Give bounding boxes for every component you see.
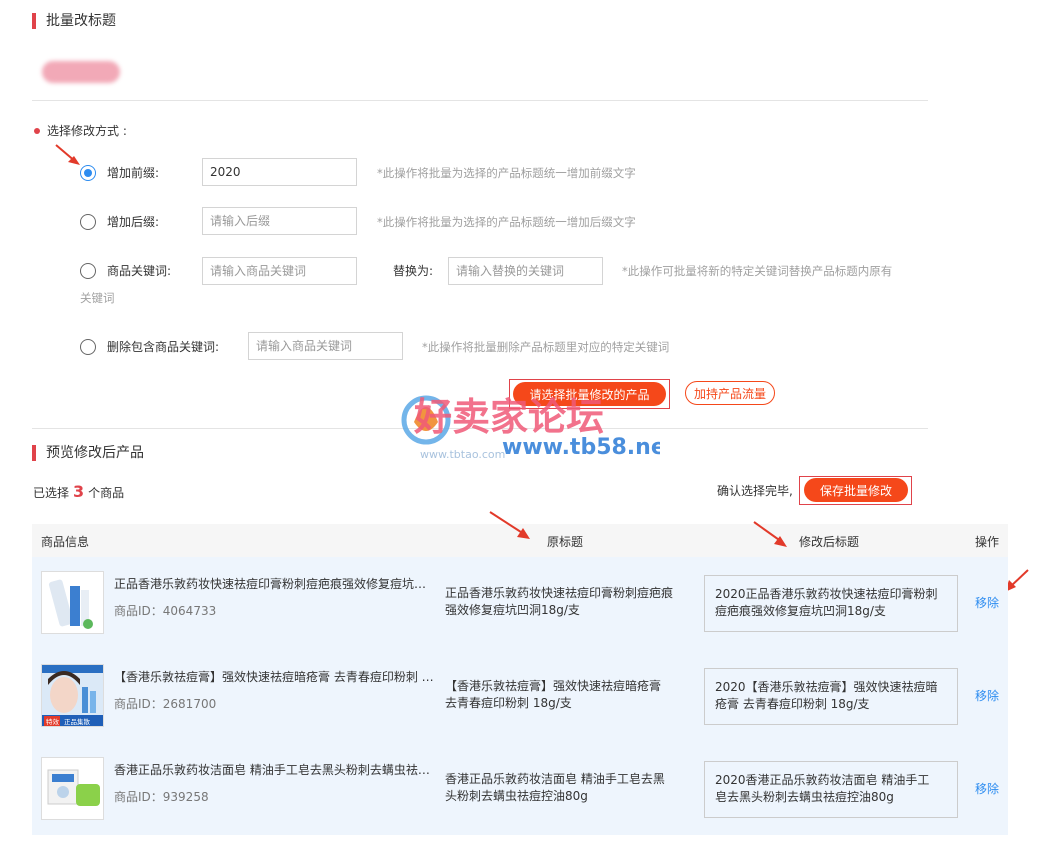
selected-number: 3 <box>73 482 85 501</box>
annotation-arrow-icon <box>489 511 530 539</box>
annotation-arrow-icon <box>55 144 80 165</box>
product-id: 商品ID：2681700 <box>114 697 217 711</box>
remove-link[interactable]: 移除 <box>975 780 999 797</box>
product-title: 香港正品乐敦药妆洁面皂 精油手工皂去黑头粉刺去螨虫祛痘控油80g <box>114 763 434 777</box>
original-title: 香港正品乐敦药妆洁面皂 精油手工皂去黑 头粉刺去螨虫祛痘控油80g <box>445 771 693 805</box>
new-title-line: 2020香港正品乐敦药妆洁面皂 精油手工 <box>715 773 930 787</box>
table-row: 香港正品乐敦药妆洁面皂 精油手工皂去黑头粉刺去螨虫祛痘控油80g 商品ID：93… <box>32 743 1008 836</box>
annotation-arrow-icon <box>753 521 787 547</box>
new-title-line: 疮膏 去青春痘印粉刺 18g/支 <box>715 697 870 711</box>
original-title: 【香港乐敦祛痘膏】强效快速祛痘暗疮膏 去青春痘印粉刺 18g/支 <box>445 678 693 712</box>
keyword-hint: *此操作可批量将新的特定关键词替换产品标题内原有 <box>622 264 893 278</box>
blurred-tag <box>42 61 120 83</box>
suffix-label: 增加后缀: <box>107 215 160 229</box>
table-body: 正品香港乐敦药妆快速祛痘印膏粉刺痘疤痕强效修复痘坑凹洞18g/支 商品ID：40… <box>32 557 1008 835</box>
original-title: 正品香港乐敦药妆快速祛痘印膏粉刺痘疤痕 强效修复痘坑凹洞18g/支 <box>445 585 693 619</box>
new-title-line: 2020【香港乐敦祛痘膏】强效快速祛痘暗 <box>715 680 938 694</box>
product-image-icon: 特效 正品集散 <box>42 665 103 726</box>
divider-top <box>32 100 928 101</box>
remove-link[interactable]: 移除 <box>975 594 999 611</box>
radio-delete[interactable] <box>80 339 96 355</box>
thumb-badge-text: 特效 <box>46 717 60 726</box>
radio-suffix[interactable] <box>80 214 96 230</box>
mode-label-text: 选择修改方式 : <box>47 124 127 138</box>
header-info: 商品信息 <box>41 535 90 549</box>
section-title-preview: 预览修改后产品 <box>32 444 144 462</box>
section-title-batch-edit: 批量改标题 <box>32 12 116 30</box>
replace-input[interactable] <box>448 257 603 285</box>
delete-hint: *此操作将批量删除产品标题里对应的特定关键词 <box>422 340 670 354</box>
original-title-line: 头粉刺去螨虫祛痘控油80g <box>445 789 588 803</box>
thumb-badge-text: 正品集散 <box>64 717 91 726</box>
product-thumbnail <box>41 571 104 634</box>
replace-label: 替换为: <box>393 264 434 278</box>
new-title-line: 皂去黑头粉刺去螨虫祛痘控油80g <box>715 790 894 804</box>
watermark-sub: www.tbtao.com <box>420 448 505 461</box>
selected-prefix: 已选择 <box>33 486 70 500</box>
table-row: 特效 正品集散 【香港乐敦祛痘膏】强效快速祛痘暗疮膏 去青春痘印粉刺 18g/支… <box>32 650 1008 743</box>
original-title-line: 强效修复痘坑凹洞18g/支 <box>445 603 580 617</box>
original-title-line: 正品香港乐敦药妆快速祛痘印膏粉刺痘疤痕 <box>445 586 674 600</box>
product-thumbnail <box>41 757 104 820</box>
required-dot <box>34 127 40 134</box>
table-row: 正品香港乐敦药妆快速祛痘印膏粉刺痘疤痕强效修复痘坑凹洞18g/支 商品ID：40… <box>32 557 1008 650</box>
keyword-hint-cont: 关键词 <box>80 291 115 305</box>
original-title-line: 【香港乐敦祛痘膏】强效快速祛痘暗疮膏 <box>445 679 662 693</box>
confirm-text: 确认选择完毕, <box>717 484 793 498</box>
new-title-box[interactable]: 2020香港正品乐敦药妆洁面皂 精油手工 皂去黑头粉刺去螨虫祛痘控油80g <box>704 761 958 818</box>
new-title-box[interactable]: 2020正品香港乐敦药妆快速祛痘印膏粉刺 痘疤痕强效修复痘坑凹洞18g/支 <box>704 575 958 632</box>
keyword-label: 商品关键词: <box>107 264 172 278</box>
prefix-hint: *此操作将批量为选择的产品标题统一增加前缀文字 <box>377 166 636 180</box>
new-title-line: 2020正品香港乐敦药妆快速祛痘印膏粉刺 <box>715 587 938 601</box>
keyword-input[interactable] <box>202 257 357 285</box>
product-image-icon <box>42 572 103 633</box>
divider-mid <box>32 428 928 429</box>
new-title-line: 痘疤痕强效修复痘坑凹洞18g/支 <box>715 604 886 618</box>
product-id: 商品ID：4064733 <box>114 604 217 618</box>
watermark-url: www.tb58.net <box>502 435 660 460</box>
header-op: 操作 <box>975 535 1000 549</box>
prefix-label: 增加前缀: <box>107 166 160 180</box>
product-title: 【香港乐敦祛痘膏】强效快速祛痘暗疮膏 去青春痘印粉刺 18g/支 <box>114 670 434 684</box>
select-products-button[interactable]: 请选择批量修改的产品 <box>513 382 666 406</box>
radio-prefix[interactable] <box>80 165 96 181</box>
radio-keyword[interactable] <box>80 263 96 279</box>
suffix-input[interactable] <box>202 207 357 235</box>
suffix-hint: *此操作将批量为选择的产品标题统一增加后缀文字 <box>377 215 636 229</box>
product-title: 正品香港乐敦药妆快速祛痘印膏粉刺痘疤痕强效修复痘坑凹洞18g/支 <box>114 577 434 591</box>
mode-label: 选择修改方式 : <box>34 122 127 139</box>
selected-suffix: 个商品 <box>88 486 125 500</box>
delete-label: 删除包含商品关键词: <box>107 340 220 354</box>
save-batch-button[interactable]: 保存批量修改 <box>804 478 908 502</box>
original-title-line: 香港正品乐敦药妆洁面皂 精油手工皂去黑 <box>445 772 665 786</box>
header-new: 修改后标题 <box>799 535 860 549</box>
product-id: 商品ID：939258 <box>114 790 209 804</box>
product-image-icon <box>42 758 103 819</box>
remove-link[interactable]: 移除 <box>975 687 999 704</box>
product-thumbnail: 特效 正品集散 <box>41 664 104 727</box>
header-orig: 原标题 <box>547 535 584 549</box>
selected-count: 已选择 3 个商品 <box>33 482 124 501</box>
original-title-line: 去青春痘印粉刺 18g/支 <box>445 696 572 710</box>
delete-input[interactable] <box>248 332 403 360</box>
new-title-box[interactable]: 2020【香港乐敦祛痘膏】强效快速祛痘暗 疮膏 去青春痘印粉刺 18g/支 <box>704 668 958 725</box>
prefix-input[interactable] <box>202 158 357 186</box>
boost-traffic-button[interactable]: 加持产品流量 <box>685 381 775 405</box>
